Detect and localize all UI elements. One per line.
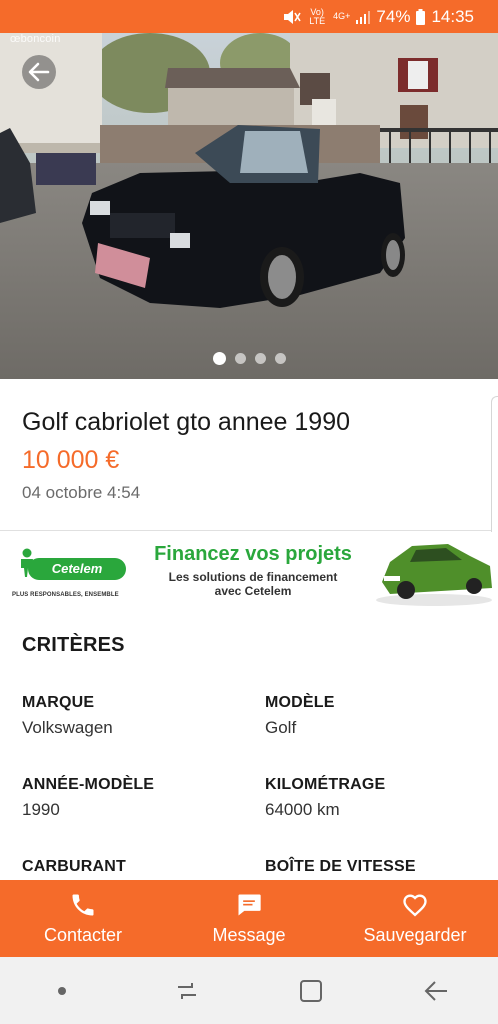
back-arrow-icon — [424, 980, 447, 1001]
cetelem-logo: Cetelem PLUS RESPONSABLES, ENSEMBLE — [12, 540, 132, 600]
status-bar: Vo) LTE 4G+ 74% 14:35 — [0, 0, 498, 33]
car-photo-image — [0, 33, 498, 379]
chat-bubble-icon — [238, 894, 261, 916]
arrow-left-icon — [28, 62, 50, 82]
nav-dot-button[interactable] — [32, 971, 92, 1011]
criteria-value: 1990 — [22, 800, 60, 819]
banner-text: Financez vos projets Les solutions de fi… — [132, 543, 370, 598]
dot-icon — [58, 986, 67, 995]
recent-apps-icon — [177, 982, 196, 999]
save-button[interactable]: Sauvegarder — [332, 880, 498, 957]
criteria-grid: MARQUE Volkswagen MODÈLE Golf ANNÉE-MODÈ… — [22, 694, 476, 880]
volte-indicator: Vo) LTE — [309, 6, 326, 26]
system-nav-bar — [0, 957, 498, 1024]
contact-button[interactable]: Contacter — [0, 880, 166, 957]
criteria-title: CRITÈRES — [22, 634, 125, 656]
criteria-value: Golf — [265, 718, 297, 737]
ad-title: Golf cabriolet gto annee 1990 — [22, 408, 351, 436]
pager-dot-3[interactable] — [254, 353, 266, 364]
battery-icon — [416, 8, 426, 25]
criteria-year: ANNÉE-MODÈLE 1990 — [22, 776, 265, 858]
criteria-label: KILOMÉTRAGE — [265, 776, 386, 793]
ad-header: Golf cabriolet gto annee 1990 10 000 € 0… — [0, 379, 498, 531]
cetelem-banner-ad[interactable]: Cetelem PLUS RESPONSABLES, ENSEMBLE Fina… — [0, 532, 498, 608]
criteria-section: CRITÈRES MARQUE Volkswagen MODÈLE Golf A… — [0, 608, 498, 880]
criteria-value: Volkswagen — [22, 718, 113, 737]
recent-apps-button[interactable] — [157, 971, 217, 1011]
criteria-label: ANNÉE-MODÈLE — [22, 776, 155, 793]
banner-subline-1: Les solutions de financement — [168, 569, 338, 584]
ad-date: 04 octobre 4:54 — [22, 483, 141, 502]
heart-outline-icon — [403, 894, 427, 917]
home-square-icon — [300, 979, 323, 1002]
mute-icon — [283, 9, 301, 25]
contact-label: Contacter — [43, 925, 123, 945]
message-label: Message — [212, 925, 286, 945]
pager-dot-4[interactable] — [274, 353, 286, 364]
signal-icon — [356, 10, 371, 24]
criteria-label: BOÎTE DE VITESSE — [265, 858, 416, 875]
photo-pager — [0, 352, 498, 365]
criteria-value: 64000 km — [265, 800, 340, 819]
home-button[interactable] — [281, 971, 341, 1011]
clock: 14:35 — [431, 6, 474, 26]
pager-dot-1[interactable] — [212, 352, 226, 365]
photo-watermark: œboncoin — [10, 33, 61, 45]
banner-headline: Financez vos projets — [154, 542, 352, 565]
banner-subline-2: avec Cetelem — [214, 583, 292, 598]
criteria-brand: MARQUE Volkswagen — [22, 694, 265, 776]
back-button[interactable] — [22, 55, 56, 89]
back-nav-button[interactable] — [406, 971, 466, 1011]
criteria-label: CARBURANT — [22, 858, 127, 875]
criteria-gearbox: BOÎTE DE VITESSE — [265, 858, 475, 880]
ad-price: 10 000 € — [22, 446, 120, 474]
cetelem-brand: Cetelem — [28, 558, 126, 580]
battery-percent: 74% — [376, 6, 411, 26]
cetelem-tagline: PLUS RESPONSABLES, ENSEMBLE — [12, 592, 119, 598]
message-button[interactable]: Message — [166, 880, 332, 957]
criteria-model: MODÈLE Golf — [265, 694, 475, 776]
criteria-label: MARQUE — [22, 694, 95, 711]
phone-icon — [72, 894, 94, 916]
criteria-mileage: KILOMÉTRAGE 64000 km — [265, 776, 475, 858]
listing-photo[interactable]: œboncoin — [0, 33, 498, 379]
green-car-image — [376, 544, 492, 606]
network-type: 4G+ — [333, 11, 351, 21]
save-label: Sauvegarder — [363, 925, 467, 945]
pager-dot-2[interactable] — [234, 353, 246, 364]
criteria-label: MODÈLE — [265, 694, 335, 711]
action-bar: Contacter Message Sauvegarder — [0, 880, 498, 957]
criteria-fuel: CARBURANT — [22, 858, 265, 880]
